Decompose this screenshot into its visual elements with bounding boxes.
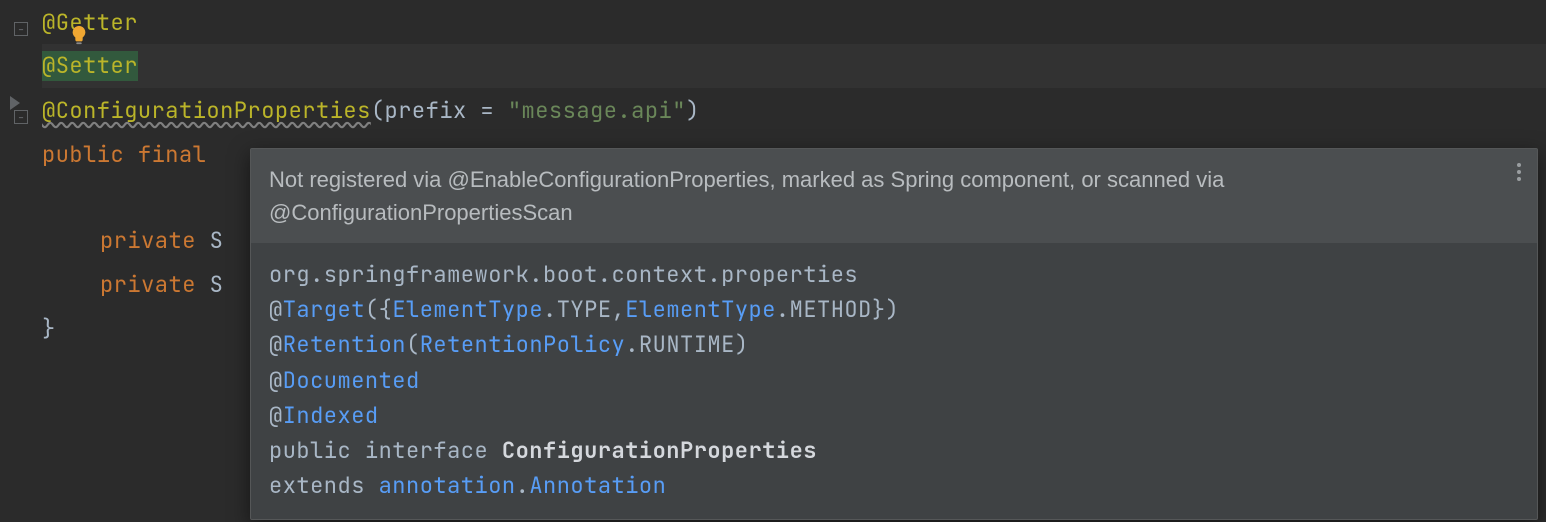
doc-link[interactable]: ElementType: [392, 295, 543, 324]
type-name: ConfigurationProperties: [502, 436, 817, 465]
code-line[interactable]: @Getter: [42, 0, 1546, 44]
run-gutter-icon[interactable]: [0, 96, 36, 110]
quick-doc-body: org.springframework.boot.context.propert…: [251, 243, 1537, 519]
more-actions-icon[interactable]: [1517, 163, 1521, 181]
intention-bulb-icon[interactable]: [68, 24, 90, 46]
code-text: ): [686, 96, 700, 125]
keyword: private: [100, 270, 210, 299]
documentation-popup: Not registered via @EnableConfigurationP…: [250, 148, 1538, 520]
doc-link[interactable]: Documented: [283, 366, 420, 395]
doc-link[interactable]: Retention: [283, 330, 406, 359]
keyword: public final: [42, 140, 220, 169]
doc-link[interactable]: annotation: [379, 471, 516, 500]
doc-link[interactable]: Annotation: [529, 471, 666, 500]
gutter: [0, 0, 42, 522]
code-line[interactable]: @ConfigurationProperties(prefix = "messa…: [42, 88, 1546, 132]
doc-link[interactable]: Indexed: [283, 401, 379, 430]
annotation: @Setter: [42, 51, 138, 81]
package-name: org.springframework.boot.context.propert…: [269, 260, 858, 289]
doc-link[interactable]: Target: [283, 295, 365, 324]
code-text: (prefix =: [371, 96, 508, 125]
fold-toggle[interactable]: [0, 110, 42, 124]
warning-text: Not registered via @EnableConfigurationP…: [269, 167, 1224, 225]
keyword: private: [100, 226, 210, 255]
string-literal: "message.api": [508, 96, 686, 125]
code-editor[interactable]: @Getter @Setter @ConfigurationProperties…: [0, 0, 1546, 522]
doc-link[interactable]: RetentionPolicy: [420, 330, 626, 359]
inspection-warning: Not registered via @EnableConfigurationP…: [251, 149, 1537, 243]
brace: }: [42, 314, 56, 343]
annotation-warning: @ConfigurationProperties: [42, 96, 371, 125]
fold-toggle[interactable]: [0, 22, 42, 36]
doc-link[interactable]: ElementType: [625, 295, 776, 324]
type-ref: S: [210, 270, 224, 299]
type-ref: S: [210, 226, 224, 255]
code-line[interactable]: @Setter: [42, 44, 1546, 88]
